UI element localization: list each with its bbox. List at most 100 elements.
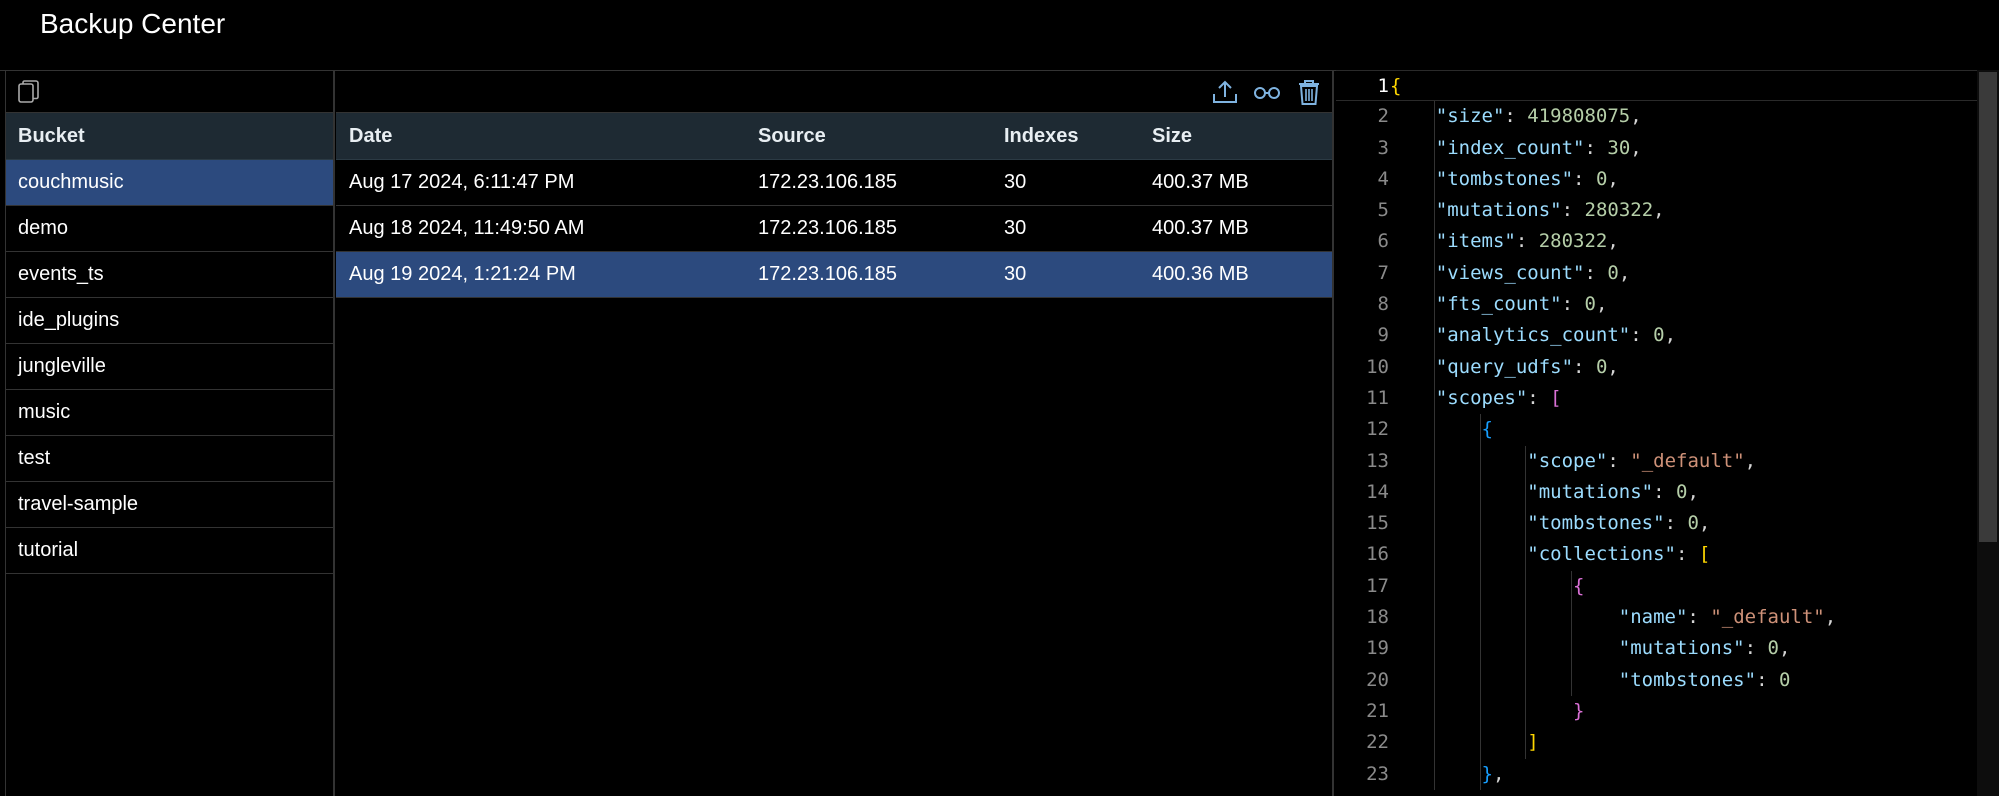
code-line: 17 {	[1336, 571, 1999, 602]
bucket-item-jungleville[interactable]: jungleville	[6, 344, 333, 390]
backup-table-body: Aug 17 2024, 6:11:47 PM 172.23.106.185 30 4…	[336, 160, 1332, 298]
code-line: 8 "fts_count": 0,	[1336, 289, 1999, 320]
indent-guide	[1571, 570, 1573, 696]
bucket-item-test[interactable]: test	[6, 436, 333, 482]
line-number: 20	[1366, 668, 1389, 691]
line-number: 4	[1377, 167, 1389, 190]
code-text: },	[1481, 762, 1505, 785]
title-bar: Backup Center	[0, 0, 1999, 71]
code-text: {	[1390, 75, 1402, 97]
bucket-item-ide_plugins[interactable]: ide_plugins	[6, 298, 333, 344]
code-text: "tombstones": 0,	[1435, 167, 1619, 190]
line-number: 13	[1366, 449, 1389, 472]
column-header-size[interactable]: Size	[1152, 113, 1192, 159]
trash-icon[interactable]	[1294, 78, 1324, 106]
json-editor[interactable]: 1{2 "size": 419808075, 3 "index_count": 3…	[1336, 70, 1999, 796]
code-text: "name": "_default",	[1618, 606, 1837, 629]
cell-size: 400.37 MB	[1152, 171, 1249, 193]
bucket-item-travel-sample[interactable]: travel-sample	[6, 482, 333, 528]
line-number: 2	[1377, 105, 1389, 128]
code-line: 1{	[1336, 70, 1999, 102]
code-line: 20 "tombstones": 0	[1336, 665, 1999, 696]
code-line: 15 "tombstones": 0,	[1336, 508, 1999, 539]
cell-indexes: 30	[1004, 217, 1027, 239]
line-number: 15	[1366, 512, 1389, 535]
code-line: 18 "name": "_default",	[1336, 602, 1999, 633]
bucket-item-tutorial[interactable]: tutorial	[6, 528, 333, 574]
glasses-icon[interactable]	[1252, 78, 1282, 106]
bucket-item-couchmusic[interactable]: couchmusic	[6, 160, 333, 206]
cell-date: Aug 17 2024, 6:11:47 PM	[349, 171, 575, 193]
line-number: 11	[1366, 386, 1389, 409]
cell-source: 172.23.106.185	[758, 171, 898, 193]
code-text: ]	[1527, 731, 1539, 754]
code-text: "mutations": 280322,	[1435, 199, 1665, 222]
bucket-toolbar	[6, 70, 333, 113]
line-number: 19	[1366, 637, 1389, 660]
line-number: 9	[1377, 324, 1389, 347]
bucket-panel: Bucket couchmusic demo events_ts ide_plugin…	[5, 70, 335, 796]
bucket-column-header[interactable]: Bucket	[6, 113, 333, 160]
line-number: 23	[1366, 762, 1389, 785]
cell-date: Aug 19 2024, 1:21:24 PM	[349, 263, 576, 285]
bucket-item-demo[interactable]: demo	[6, 206, 333, 252]
code-text: "fts_count": 0,	[1435, 293, 1608, 316]
code-text: "tombstones": 0,	[1527, 512, 1711, 535]
backup-table-header: Date Source Indexes Size	[336, 113, 1332, 160]
code-line: 19 "mutations": 0,	[1336, 633, 1999, 664]
indent-guide	[1479, 414, 1481, 790]
scrollbar-thumb[interactable]	[1979, 72, 1997, 542]
column-header-indexes[interactable]: Indexes	[1004, 113, 1078, 159]
code-text: "index_count": 30,	[1435, 136, 1642, 159]
line-number: 12	[1366, 418, 1389, 441]
code-text: "items": 280322,	[1435, 230, 1619, 253]
code-line: 10 "query_udfs": 0,	[1336, 352, 1999, 383]
cell-date: Aug 18 2024, 11:49:50 AM	[349, 217, 585, 239]
line-number: 21	[1366, 699, 1389, 722]
code-area: 1{2 "size": 419808075, 3 "index_count": 3…	[1336, 70, 1999, 790]
bucket-list: couchmusic demo events_ts ide_plugins jungle…	[6, 160, 333, 574]
column-header-source[interactable]: Source	[758, 113, 826, 159]
bucket-item-music[interactable]: music	[6, 390, 333, 436]
code-line: 3 "index_count": 30,	[1336, 133, 1999, 164]
line-number: 3	[1377, 136, 1389, 159]
code-line: 14 "mutations": 0,	[1336, 477, 1999, 508]
code-line: 12 {	[1336, 414, 1999, 445]
column-header-date[interactable]: Date	[349, 113, 392, 159]
code-line: 13 "scope": "_default",	[1336, 446, 1999, 477]
indent-guide	[1433, 101, 1435, 790]
code-text: "mutations": 0,	[1618, 637, 1791, 660]
code-text: "tombstones": 0	[1618, 668, 1791, 691]
code-line: 7 "views_count": 0,	[1336, 258, 1999, 289]
line-number: 6	[1377, 230, 1389, 253]
backup-list-panel: Date Source Indexes Size Aug 17 2024, 6:…	[336, 70, 1334, 796]
table-row[interactable]: Aug 18 2024, 11:49:50 AM 172.23.106.185 30…	[336, 206, 1332, 252]
window-title: Backup Center	[40, 8, 226, 39]
table-row[interactable]: Aug 19 2024, 1:21:24 PM 172.23.106.185 30 4…	[336, 252, 1332, 298]
code-line: 21 }	[1336, 696, 1999, 727]
line-number: 10	[1366, 355, 1389, 378]
line-number: 14	[1366, 480, 1389, 503]
line-number: 17	[1366, 574, 1389, 597]
cell-source: 172.23.106.185	[758, 263, 898, 285]
bucket-item-events_ts[interactable]: events_ts	[6, 252, 333, 298]
line-number: 22	[1366, 731, 1389, 754]
editor-scrollbar[interactable]	[1977, 70, 1999, 796]
table-row[interactable]: Aug 17 2024, 6:11:47 PM 172.23.106.185 30 4…	[336, 160, 1332, 206]
cell-source: 172.23.106.185	[758, 217, 898, 239]
line-number: 1	[1377, 75, 1389, 97]
code-text: "size": 419808075,	[1435, 105, 1642, 128]
code-text: "query_udfs": 0,	[1435, 355, 1619, 378]
code-line: 11 "scopes": [	[1336, 383, 1999, 414]
line-number: 8	[1377, 293, 1389, 316]
copy-icon[interactable]	[18, 80, 40, 104]
code-text: "collections": [	[1527, 543, 1711, 566]
line-number: 5	[1377, 199, 1389, 222]
code-line: 4 "tombstones": 0,	[1336, 164, 1999, 195]
indent-guide	[1525, 445, 1527, 759]
line-number: 18	[1366, 606, 1389, 629]
code-text: "views_count": 0,	[1435, 261, 1631, 284]
upload-icon[interactable]	[1210, 78, 1240, 106]
code-line: 22 ]	[1336, 727, 1999, 758]
code-line: 9 "analytics_count": 0,	[1336, 320, 1999, 351]
